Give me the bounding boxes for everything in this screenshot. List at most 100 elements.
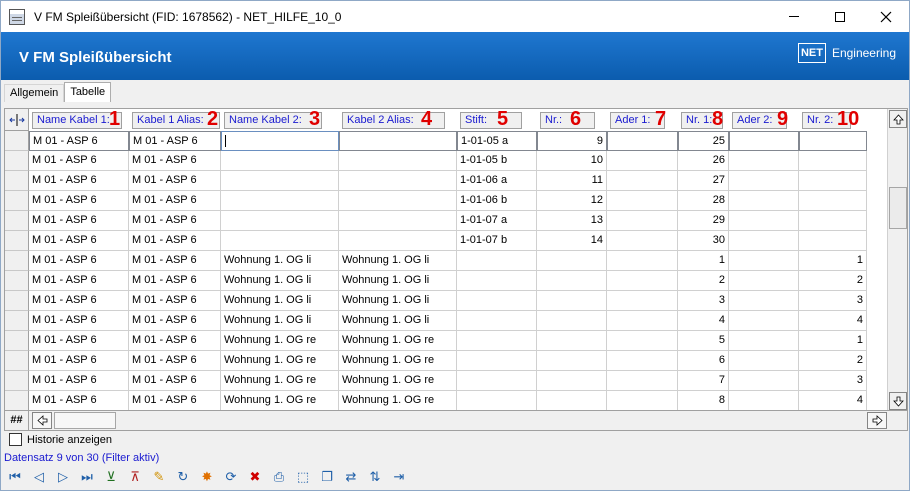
- grid-cell[interactable]: Wohnung 1. OG li: [339, 311, 457, 331]
- grid-cell[interactable]: M 01 - ASP 6: [29, 391, 129, 411]
- grid-cell[interactable]: Wohnung 1. OG re: [339, 331, 457, 351]
- grid-cell[interactable]: 6: [678, 351, 729, 371]
- minimize-button[interactable]: [771, 1, 817, 32]
- grid-cell[interactable]: [607, 191, 678, 211]
- grid-cell[interactable]: [457, 371, 537, 391]
- grid-cell[interactable]: [729, 351, 799, 371]
- grid-cell[interactable]: M 01 - ASP 6: [129, 331, 221, 351]
- grid-cell[interactable]: 1: [799, 251, 867, 271]
- grid-cell[interactable]: M 01 - ASP 6: [29, 291, 129, 311]
- grid-cell[interactable]: Wohnung 1. OG re: [339, 351, 457, 371]
- exit-button[interactable]: ⇥: [388, 467, 410, 487]
- grid-cell[interactable]: [729, 191, 799, 211]
- row-selector[interactable]: [5, 291, 29, 311]
- grid-cell[interactable]: [729, 171, 799, 191]
- grid-cell[interactable]: [457, 311, 537, 331]
- grid-cell[interactable]: [537, 271, 607, 291]
- row-selector[interactable]: [5, 271, 29, 291]
- grid-cell[interactable]: 1-01-07 a: [457, 211, 537, 231]
- grid-cell[interactable]: [729, 131, 799, 151]
- new-record-button[interactable]: ✸: [196, 467, 218, 487]
- grid-cell[interactable]: [799, 151, 867, 171]
- grid-cell[interactable]: [729, 391, 799, 411]
- grid-cell[interactable]: [457, 351, 537, 371]
- horizontal-scrollbar[interactable]: ##: [5, 410, 907, 430]
- row-selector[interactable]: [5, 251, 29, 271]
- grid-cell[interactable]: [607, 171, 678, 191]
- grid-cell[interactable]: M 01 - ASP 6: [129, 251, 221, 271]
- grid-cell[interactable]: M 01 - ASP 6: [29, 191, 129, 211]
- grid-cell[interactable]: 1: [678, 251, 729, 271]
- grid-cell[interactable]: [607, 351, 678, 371]
- grid-cell[interactable]: [799, 171, 867, 191]
- tab-allgemein[interactable]: Allgemein: [4, 84, 65, 102]
- grid-cell[interactable]: Wohnung 1. OG li: [221, 271, 339, 291]
- grid-cell[interactable]: [729, 271, 799, 291]
- grid-cell[interactable]: [799, 211, 867, 231]
- grid-cell[interactable]: [729, 371, 799, 391]
- grid-cell[interactable]: 28: [678, 191, 729, 211]
- grid-cell[interactable]: [457, 391, 537, 411]
- scroll-left-button[interactable]: [32, 412, 52, 429]
- grid-cell[interactable]: 27: [678, 171, 729, 191]
- grid-cell[interactable]: M 01 - ASP 6: [129, 131, 221, 151]
- grid-cell[interactable]: [537, 291, 607, 311]
- grid-cell[interactable]: [537, 351, 607, 371]
- add-filter-button[interactable]: ⊻: [100, 467, 122, 487]
- scroll-up-button[interactable]: [889, 110, 907, 128]
- scroll-thumb[interactable]: [889, 187, 907, 229]
- grid-cell[interactable]: M 01 - ASP 6: [29, 371, 129, 391]
- grid-cell[interactable]: [339, 151, 457, 171]
- row-selector[interactable]: [5, 351, 29, 371]
- column-header-6[interactable]: Nr.:: [540, 112, 595, 129]
- column-sizer-button[interactable]: [5, 109, 29, 131]
- grid-cell[interactable]: [339, 231, 457, 251]
- grid-cell[interactable]: [607, 331, 678, 351]
- grid-cell[interactable]: [729, 251, 799, 271]
- select-all-button[interactable]: ⬚: [292, 467, 314, 487]
- grid-cell[interactable]: [607, 391, 678, 411]
- grid-cell[interactable]: [339, 191, 457, 211]
- grid-cell[interactable]: M 01 - ASP 6: [29, 251, 129, 271]
- grid-cell[interactable]: [221, 171, 339, 191]
- grid-cell[interactable]: M 01 - ASP 6: [29, 231, 129, 251]
- last-record-button[interactable]: ⏭: [76, 467, 98, 487]
- network-button[interactable]: ⇄: [340, 467, 362, 487]
- grid-cell[interactable]: [607, 371, 678, 391]
- grid-cell[interactable]: [221, 231, 339, 251]
- grid-cell[interactable]: 4: [799, 391, 867, 411]
- copy-button[interactable]: ❐: [316, 467, 338, 487]
- grid-cell[interactable]: [729, 291, 799, 311]
- history-checkbox[interactable]: [9, 433, 22, 446]
- grid-cell[interactable]: M 01 - ASP 6: [129, 391, 221, 411]
- grid-cell[interactable]: [607, 211, 678, 231]
- grid-cell[interactable]: [457, 271, 537, 291]
- grid-cell[interactable]: Wohnung 1. OG li: [339, 251, 457, 271]
- grid-cell[interactable]: 30: [678, 231, 729, 251]
- refresh-button[interactable]: ↻: [172, 467, 194, 487]
- grid-cell[interactable]: 1-01-07 b: [457, 231, 537, 251]
- grid-cell[interactable]: [537, 371, 607, 391]
- grid-cell[interactable]: 10: [537, 151, 607, 171]
- grid-cell[interactable]: M 01 - ASP 6: [129, 151, 221, 171]
- grid-cell[interactable]: [457, 251, 537, 271]
- grid-cell[interactable]: M 01 - ASP 6: [29, 271, 129, 291]
- grid-cell[interactable]: M 01 - ASP 6: [129, 291, 221, 311]
- grid-cell[interactable]: 11: [537, 171, 607, 191]
- grid-cell[interactable]: M 01 - ASP 6: [129, 371, 221, 391]
- grid-cell[interactable]: [537, 331, 607, 351]
- grid-cell[interactable]: 2: [799, 351, 867, 371]
- grid-cell[interactable]: 26: [678, 151, 729, 171]
- vertical-scrollbar[interactable]: [887, 109, 907, 411]
- grid-cell[interactable]: [339, 131, 457, 151]
- grid-cell[interactable]: [607, 131, 678, 151]
- delete-button[interactable]: ✖: [244, 467, 266, 487]
- close-button[interactable]: [863, 1, 909, 32]
- row-selector[interactable]: [5, 331, 29, 351]
- row-selector[interactable]: [5, 311, 29, 331]
- row-selector[interactable]: [5, 171, 29, 191]
- grid-cell[interactable]: M 01 - ASP 6: [29, 151, 129, 171]
- grid-cell[interactable]: [607, 271, 678, 291]
- grid-cell[interactable]: 12: [537, 191, 607, 211]
- row-count-button[interactable]: ##: [5, 411, 29, 430]
